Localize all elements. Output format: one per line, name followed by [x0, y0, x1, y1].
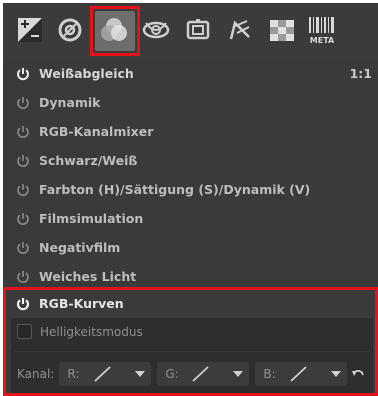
divider	[15, 351, 369, 352]
tool-panel: META Weißabgleich 1:1 Dynamik RGB-Kanalm…	[3, 3, 378, 396]
tool-label: Dynamik	[39, 95, 101, 110]
tool-row-vibrance[interactable]: Dynamik	[3, 88, 378, 117]
power-icon[interactable]	[16, 183, 30, 197]
exposure-icon	[18, 18, 42, 42]
detail-icon	[58, 18, 82, 42]
tool-row-film-simulation[interactable]: Filmsimulation	[3, 204, 378, 233]
channel-r-label: R:	[67, 367, 80, 381]
linear-curve-icon	[192, 366, 209, 382]
tool-list: Weißabgleich 1:1 Dynamik RGB-Kanalmixer …	[3, 59, 378, 291]
channel-label: Kanal:	[17, 367, 55, 381]
linear-curve-icon	[290, 366, 307, 382]
luminosity-mode-option[interactable]: Helligkeitsmodus	[17, 324, 143, 339]
advanced-icon	[142, 21, 170, 39]
luminosity-mode-label: Helligkeitsmodus	[40, 324, 143, 339]
power-icon[interactable]	[16, 154, 30, 168]
transform-icon	[186, 19, 210, 40]
tool-row-hsv[interactable]: Farbton (H)/Sättigung (S)/Dynamik (V)	[3, 175, 378, 204]
checker-icon	[270, 20, 294, 41]
power-icon[interactable]	[16, 241, 30, 255]
meta-label: META	[310, 36, 335, 45]
meta-tab[interactable]: META	[305, 13, 339, 47]
red-curve-selector[interactable]: R:	[59, 362, 152, 386]
reset-icon[interactable]	[351, 367, 365, 381]
raw-tab[interactable]	[223, 13, 257, 47]
meta-icon: META	[309, 17, 335, 45]
transform-tab[interactable]	[181, 13, 215, 47]
green-curve-selector[interactable]: G:	[157, 362, 250, 386]
rgb-curves-title: RGB-Kurven	[39, 296, 124, 311]
rgb-curves-header[interactable]: RGB-Kurven	[16, 296, 124, 311]
chevron-down-icon[interactable]	[233, 371, 244, 377]
tool-row-black-white[interactable]: Schwarz/Weiß	[3, 146, 378, 175]
power-icon[interactable]	[16, 270, 30, 284]
rgb-curves-section: RGB-Kurven Helligkeitsmodus Kanal: R: G:	[3, 287, 378, 396]
tool-row-channel-mixer[interactable]: RGB-Kanalmixer	[3, 117, 378, 146]
power-icon[interactable]	[16, 96, 30, 110]
tool-row-white-balance[interactable]: Weißabgleich 1:1	[3, 59, 378, 88]
chevron-down-icon[interactable]	[135, 371, 146, 377]
channel-b-label: B:	[263, 367, 276, 381]
filmstrip-tab[interactable]	[265, 13, 299, 47]
tool-label: Schwarz/Weiß	[39, 153, 138, 168]
raw-icon	[229, 20, 250, 40]
rgb-curves-settings: Helligkeitsmodus Kanal: R: G: B:	[11, 318, 373, 393]
chevron-down-icon[interactable]	[331, 371, 342, 377]
tool-label: Farbton (H)/Sättigung (S)/Dynamik (V)	[39, 182, 311, 197]
zoom-indicator: 1:1	[349, 66, 372, 81]
tool-tabs-toolbar: META	[3, 3, 378, 59]
power-icon[interactable]	[16, 297, 30, 311]
luminosity-mode-checkbox[interactable]	[17, 324, 32, 339]
tool-label: Weiches Licht	[39, 269, 137, 284]
tool-label: Weißabgleich	[39, 66, 134, 81]
channel-row: Kanal: R: G: B:	[17, 362, 365, 386]
advanced-tab[interactable]	[139, 13, 173, 47]
tool-label: RGB-Kanalmixer	[39, 124, 154, 139]
tool-row-negative-film[interactable]: Negativfilm	[3, 233, 378, 262]
blue-curve-selector[interactable]: B:	[255, 362, 348, 386]
tool-label: Filmsimulation	[39, 211, 144, 226]
power-icon[interactable]	[16, 125, 30, 139]
channel-g-label: G:	[165, 367, 179, 381]
detail-tab[interactable]	[53, 13, 87, 47]
power-icon[interactable]	[16, 212, 30, 226]
power-icon[interactable]	[16, 67, 30, 81]
color-icon	[101, 18, 127, 41]
tool-label: Negativfilm	[39, 240, 121, 255]
exposure-tab[interactable]	[13, 13, 47, 47]
linear-curve-icon	[94, 366, 111, 382]
color-tab[interactable]	[97, 13, 131, 47]
